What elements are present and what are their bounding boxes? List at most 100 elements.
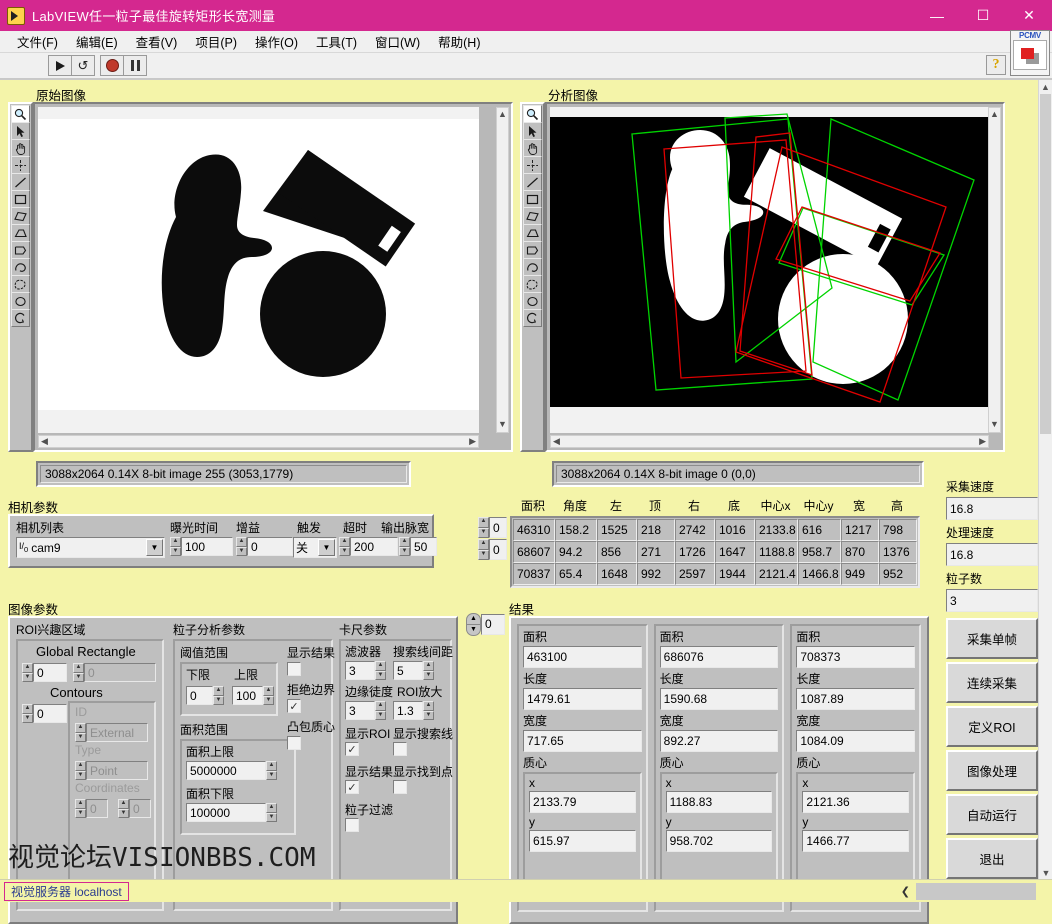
menu-item-view[interactable]: 查看(V) (127, 30, 187, 53)
original-image-viewer[interactable]: ▲ ▼ ◀ ▶ (8, 102, 513, 452)
continuous-acquire-button[interactable]: 连续采集 (946, 662, 1038, 703)
caliper-filter-input[interactable]: 3 (345, 661, 375, 680)
minimize-button[interactable]: — (914, 0, 960, 31)
caliper-edge-strength-input[interactable]: 3 (345, 701, 375, 720)
original-vertical-scrollbar[interactable]: ▲ ▼ (496, 107, 509, 433)
table-cell-0-3[interactable]: 218 (637, 519, 675, 541)
exit-button[interactable]: 退出 (946, 838, 1038, 879)
threshold-upper-input[interactable]: 100 (232, 686, 263, 705)
scroll-right-icon[interactable]: ▶ (979, 436, 986, 447)
area-min-control[interactable]: 100000 ▲▼ (186, 803, 277, 822)
front-panel-vertical-scrollbar[interactable]: ▲ ▼ (1038, 80, 1052, 880)
analysis-tool-selection-arrow-icon[interactable] (523, 122, 542, 140)
exposure-time-control[interactable]: ▲▼ 100 (170, 537, 233, 556)
analysis-image-frame[interactable]: ▲ ▼ ◀ ▶ (545, 102, 1005, 452)
caliper-spacing-spinner[interactable]: ▲▼ (423, 661, 434, 680)
results-index-input[interactable]: 0 (481, 614, 505, 635)
caliper-check-3[interactable] (393, 780, 407, 794)
analysis-tool-rotate-icon[interactable] (523, 309, 542, 327)
table-cell-2-4[interactable]: 2597 (675, 563, 715, 585)
original-tool-freehand-icon[interactable] (11, 258, 30, 276)
caliper-roi-zoom-input[interactable]: 1.3 (393, 701, 423, 720)
output-pulse-width-control[interactable]: ▲▼ 50 (399, 537, 437, 556)
menu-item-window[interactable]: 窗口(W) (366, 30, 429, 53)
menu-item-tools[interactable]: 工具(T) (307, 30, 366, 53)
scroll-up-icon[interactable]: ▲ (1039, 80, 1052, 94)
caliper-edge-strength-control[interactable]: 3 ▲▼ (345, 701, 386, 720)
caliper-spacing-input[interactable]: 5 (393, 661, 423, 680)
scroll-right-icon[interactable]: ▶ (469, 436, 476, 447)
results-index-spinner[interactable]: ▲ ▼ (466, 613, 481, 635)
table-index-spinner-0[interactable]: ▲▼ (478, 517, 489, 538)
scroll-down-icon[interactable]: ▼ (989, 418, 1000, 430)
contours-index-spinner[interactable]: ▲▼ (22, 704, 33, 723)
area-max-input[interactable]: 5000000 (186, 761, 266, 780)
caliper-roi-zoom-spinner[interactable]: ▲▼ (423, 701, 434, 720)
scroll-down-icon[interactable]: ▼ (497, 418, 508, 430)
contours-index-input[interactable]: 0 (33, 704, 67, 723)
analysis-tool-broken-line-icon[interactable] (523, 241, 542, 259)
chevron-down-icon[interactable]: ▼ (146, 539, 163, 556)
exposure-time-input[interactable]: 100 (181, 537, 233, 556)
scroll-down-icon[interactable]: ▼ (1039, 866, 1052, 880)
caliper-check-4[interactable] (345, 818, 359, 832)
threshold-lower-input[interactable]: 0 (186, 686, 213, 705)
analysis-tool-rectangle-icon[interactable] (523, 190, 542, 208)
table-cell-2-9[interactable]: 952 (879, 563, 917, 585)
scroll-track[interactable] (989, 120, 1000, 418)
table-row[interactable]: 46310158.21525218274210162133.8616121779… (513, 519, 917, 541)
close-button[interactable]: ✕ (1006, 0, 1052, 31)
table-cell-2-0[interactable]: 70837 (513, 563, 555, 585)
measurement-grid[interactable]: 46310158.21525218274210162133.8616121779… (510, 516, 920, 588)
timeout-input[interactable]: 200 (350, 537, 398, 556)
table-cell-0-4[interactable]: 2742 (675, 519, 715, 541)
table-index-input-1[interactable]: 0 (489, 539, 507, 560)
auto-run-button[interactable]: 自动运行 (946, 794, 1038, 835)
table-cell-1-0[interactable]: 68607 (513, 541, 555, 563)
caliper-check-1[interactable] (393, 742, 407, 756)
original-tool-polygon-icon[interactable] (11, 224, 30, 242)
gain-spinner[interactable]: ▲▼ (236, 537, 247, 556)
original-tool-oval-icon[interactable] (11, 292, 30, 310)
table-cell-1-9[interactable]: 1376 (879, 541, 917, 563)
caliper-roi-zoom-control[interactable]: 1.3 ▲▼ (393, 701, 434, 720)
original-tool-selection-arrow-icon[interactable] (11, 122, 30, 140)
scroll-thumb[interactable] (1040, 94, 1051, 434)
area-max-spinner[interactable]: ▲▼ (266, 761, 277, 780)
table-cell-0-1[interactable]: 158.2 (555, 519, 597, 541)
original-tool-rectangle-icon[interactable] (11, 190, 30, 208)
threshold-lower-spinner[interactable]: ▲▼ (213, 686, 224, 705)
menu-item-project[interactable]: 项目(P) (186, 30, 246, 53)
analysis-tool-rotated-rectangle-icon[interactable] (523, 207, 542, 225)
results-index-control[interactable]: ▲ ▼ 0 (466, 613, 505, 635)
caliper-spacing-control[interactable]: 5 ▲▼ (393, 661, 434, 680)
camera-list-dropdown[interactable]: I/0 cam9 ▼ (16, 537, 165, 558)
output-pulse-width-input[interactable]: 50 (410, 537, 437, 556)
analysis-horizontal-scrollbar[interactable]: ◀ ▶ (550, 435, 989, 448)
analysis-tool-line-icon[interactable] (523, 173, 542, 191)
help-icon[interactable]: ? (986, 55, 1006, 75)
table-cell-1-7[interactable]: 958.7 (798, 541, 841, 563)
table-cell-1-3[interactable]: 271 (637, 541, 675, 563)
timeout-control[interactable]: ▲▼ 200 (339, 537, 398, 556)
global-rect-index-input[interactable]: 0 (33, 663, 67, 682)
global-rect-index-spinner[interactable]: ▲▼ (22, 663, 33, 682)
menu-item-operate[interactable]: 操作(O) (246, 30, 307, 53)
original-image-canvas[interactable] (38, 107, 479, 433)
table-cell-2-6[interactable]: 2121.4 (755, 563, 798, 585)
define-roi-button[interactable]: 定义ROI (946, 706, 1038, 747)
caliper-check-2[interactable]: ✓ (345, 780, 359, 794)
threshold-lower-control[interactable]: 0 ▲▼ (186, 686, 224, 705)
analysis-image-viewer[interactable]: ▲ ▼ ◀ ▶ (520, 102, 1005, 452)
original-horizontal-scrollbar[interactable]: ◀ ▶ (38, 435, 479, 448)
table-cell-2-8[interactable]: 949 (841, 563, 879, 585)
menu-item-file[interactable]: 文件(F) (8, 30, 67, 53)
table-cell-1-1[interactable]: 94.2 (555, 541, 597, 563)
contours-index-control[interactable]: ▲▼ 0 (22, 704, 67, 723)
caliper-filter-spinner[interactable]: ▲▼ (375, 661, 386, 680)
threshold-upper-spinner[interactable]: ▲▼ (263, 686, 274, 705)
abort-execution-button[interactable] (100, 55, 124, 76)
image-processing-button[interactable]: 图像处理 (946, 750, 1038, 791)
scroll-up-icon[interactable]: ▲ (497, 108, 508, 120)
analysis-tool-freehand-icon[interactable] (523, 258, 542, 276)
